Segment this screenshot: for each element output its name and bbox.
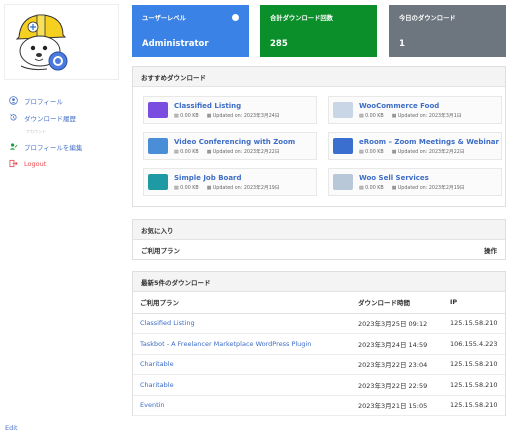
updated-date: ▦ Updated on: 2023年2月19日 bbox=[206, 185, 280, 191]
mascot-avatar-icon bbox=[15, 14, 68, 71]
recommended-item-title[interactable]: Classified Listing bbox=[174, 102, 288, 110]
ip-address: 125.15.58.210 bbox=[443, 395, 505, 416]
plan-link[interactable]: Charitable bbox=[133, 374, 351, 396]
sidebar-item-label: プロフィールを編集 bbox=[24, 143, 83, 152]
stat-label: 今日のダウンロード bbox=[399, 15, 456, 22]
stat-value: Administrator bbox=[142, 39, 209, 49]
download-time: 2023年3月21日 15:05 bbox=[351, 395, 443, 416]
recommended-item[interactable]: Video Conferencing with Zoom ▤ 0.00 KB ▦ U… bbox=[143, 132, 317, 160]
favorites-panel: お気に入り ご利用プラン 操作 bbox=[132, 219, 506, 260]
sidebar-item-label: Logout bbox=[24, 159, 47, 168]
recommended-item-title[interactable]: eRoom – Zoom Meetings & Webinar bbox=[359, 138, 499, 146]
toggle-dot-icon bbox=[232, 14, 239, 21]
file-size: ▤ 0.00 KB bbox=[174, 185, 199, 191]
plugin-thumbnail-icon bbox=[333, 174, 353, 190]
sidebar-item-logout[interactable]: Logout bbox=[4, 155, 122, 172]
stat-value: 1 bbox=[399, 39, 405, 49]
ip-address: 106.155.4.223 bbox=[443, 333, 505, 355]
updated-date: ▦ Updated on: 2023年2月22日 bbox=[391, 149, 465, 155]
file-size: ▤ 0.00 KB bbox=[359, 149, 384, 155]
sidebar-item-edit-profile[interactable]: プロフィールを編集 bbox=[4, 138, 122, 155]
table-row: Charitable 2023年3月22日 22:59 125.15.58.210 bbox=[133, 374, 505, 396]
panel-title: おすすめダウンロード bbox=[133, 67, 505, 87]
user-edit-icon bbox=[8, 142, 18, 152]
table-row: Taskbot - A Freelancer Marketplace WordP… bbox=[133, 333, 505, 355]
edit-link[interactable]: Edit bbox=[5, 424, 18, 432]
download-time: 2023年3月24日 14:59 bbox=[351, 333, 443, 355]
recommended-item-title[interactable]: Video Conferencing with Zoom bbox=[174, 138, 295, 146]
panel-title: 最新5件のダウンロード bbox=[133, 272, 505, 292]
updated-date: ▦ Updated on: 2023年2月22日 bbox=[206, 149, 280, 155]
sidebar-item-label: ダウンロード履歴 bbox=[24, 114, 76, 123]
updated-date: ▦ Updated on: 2023年3月24日 bbox=[206, 113, 280, 119]
download-time: 2023年3月22日 23:04 bbox=[351, 354, 443, 375]
table-row: Eventin 2023年3月21日 15:05 125.15.58.210 bbox=[133, 395, 505, 416]
file-size: ▤ 0.00 KB bbox=[174, 149, 199, 155]
recommended-item-title[interactable]: Simple Job Board bbox=[174, 174, 288, 182]
file-size: ▤ 0.00 KB bbox=[359, 113, 384, 119]
updated-date: ▦ Updated on: 2023年2月19日 bbox=[391, 185, 465, 191]
plan-link[interactable]: Classified Listing bbox=[133, 313, 351, 334]
table-row: Charitable 2023年3月22日 23:04 125.15.58.210 bbox=[133, 354, 505, 375]
plan-link[interactable]: Charitable bbox=[133, 354, 351, 375]
column-header-plan: ご利用プラン bbox=[141, 247, 180, 255]
column-header-time: ダウンロード時間 bbox=[351, 292, 443, 314]
table-row: Classified Listing 2023年3月25日 09:12 125.15… bbox=[133, 313, 505, 334]
column-header-action: 操作 bbox=[484, 247, 497, 255]
plugin-thumbnail-icon bbox=[333, 102, 353, 118]
sidebar-item-download-history[interactable]: ダウンロード履歴 bbox=[4, 109, 122, 126]
file-size: ▤ 0.00 KB bbox=[174, 113, 199, 119]
plugin-thumbnail-icon bbox=[148, 102, 168, 118]
ip-address: 125.15.58.210 bbox=[443, 374, 505, 396]
plugin-thumbnail-icon bbox=[148, 138, 168, 154]
sidebar-item-profile[interactable]: プロフィール bbox=[4, 92, 122, 109]
download-time: 2023年3月22日 22:59 bbox=[351, 374, 443, 396]
sidebar: プロフィール ダウンロード履歴 アカウント プロフィールを編集 Logout E… bbox=[0, 0, 127, 438]
stat-value: 285 bbox=[270, 39, 288, 49]
recommended-item[interactable]: Woo Sell Services ▤ 0.00 KB ▦ Updated on: … bbox=[328, 168, 502, 196]
ip-address: 125.15.58.210 bbox=[443, 313, 505, 334]
history-icon bbox=[8, 113, 18, 123]
ip-address: 125.15.58.210 bbox=[443, 354, 505, 375]
column-header-plan: ご利用プラン bbox=[133, 292, 351, 314]
plan-link[interactable]: Eventin bbox=[133, 395, 351, 416]
recommended-item[interactable]: eRoom – Zoom Meetings & Webinar ▤ 0.00 KB… bbox=[328, 132, 502, 160]
recommended-item-title[interactable]: WooCommerce Food bbox=[359, 102, 470, 110]
recommended-item[interactable]: Simple Job Board ▤ 0.00 KB ▦ Updated on: 2… bbox=[143, 168, 317, 196]
stat-label: 合計ダウンロード回数 bbox=[270, 15, 333, 22]
logout-icon bbox=[8, 159, 18, 169]
plugin-thumbnail-icon bbox=[148, 174, 168, 190]
latest-downloads-table: ご利用プラン ダウンロード時間 IP Classified Listing 202… bbox=[133, 292, 505, 416]
latest-downloads-panel: 最新5件のダウンロード ご利用プラン ダウンロード時間 IP Classifie… bbox=[132, 271, 506, 416]
recommended-item-title[interactable]: Woo Sell Services bbox=[359, 174, 473, 182]
sidebar-item-label: プロフィール bbox=[24, 97, 63, 106]
plan-link[interactable]: Taskbot - A Freelancer Marketplace WordP… bbox=[133, 333, 351, 355]
updated-date: ▦ Updated on: 2023年3月1日 bbox=[391, 113, 462, 119]
avatar bbox=[4, 4, 119, 80]
plugin-thumbnail-icon bbox=[333, 138, 353, 154]
recommended-item[interactable]: Classified Listing ▤ 0.00 KB ▦ Updated on:… bbox=[143, 96, 317, 124]
recommended-item[interactable]: WooCommerce Food ▤ 0.00 KB ▦ Updated on: 2… bbox=[328, 96, 502, 124]
stat-label: ユーザーレベル bbox=[142, 15, 186, 22]
download-time: 2023年3月25日 09:12 bbox=[351, 313, 443, 334]
column-header-ip: IP bbox=[443, 292, 505, 314]
sidebar-nav: プロフィール ダウンロード履歴 アカウント プロフィールを編集 Logout bbox=[4, 92, 122, 172]
recommended-downloads-panel: おすすめダウンロード Classified Listing ▤ 0.00 KB ▦ … bbox=[132, 66, 506, 207]
stat-card-user-level: ユーザーレベル Administrator bbox=[132, 5, 249, 57]
stat-card-total-downloads: 合計ダウンロード回数 285 bbox=[260, 5, 377, 57]
file-size: ▤ 0.00 KB bbox=[359, 185, 384, 191]
sidebar-section-label: アカウント bbox=[26, 129, 46, 134]
user-circle-icon bbox=[8, 96, 18, 106]
panel-title: お気に入り bbox=[133, 220, 505, 240]
stat-card-today-downloads: 今日のダウンロード 1 bbox=[389, 5, 506, 57]
